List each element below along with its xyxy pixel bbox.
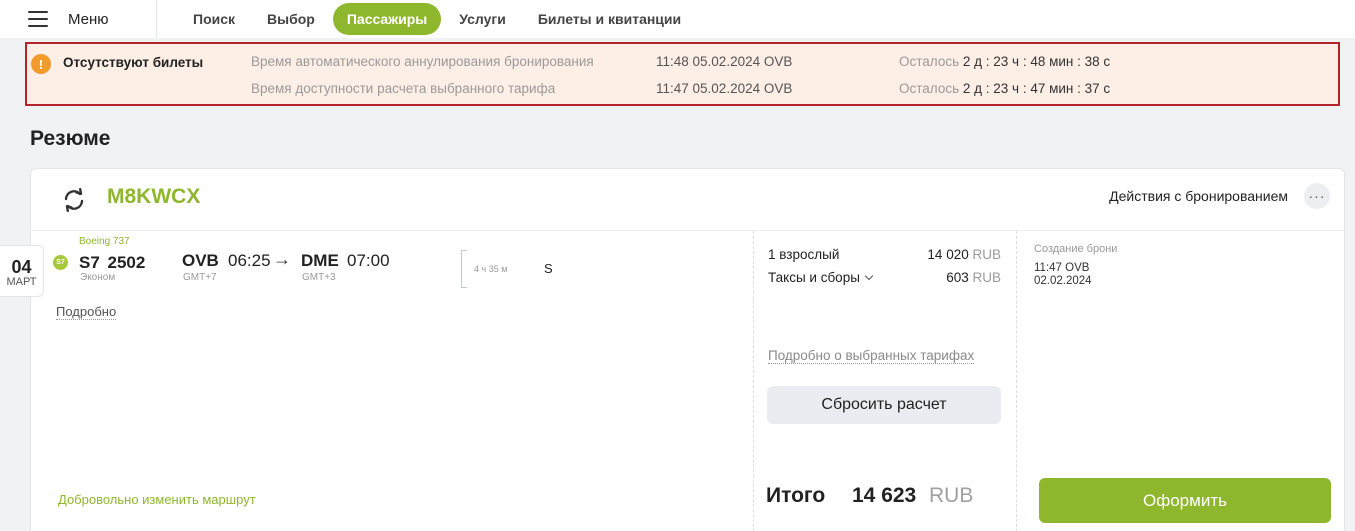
column-divider — [753, 231, 754, 531]
change-route-link[interactable]: Добровольно изменить маршрут — [58, 492, 256, 507]
refresh-icon[interactable] — [61, 187, 87, 213]
top-nav: Меню Поиск Выбор Пассажиры Услуги Билеты… — [0, 0, 1355, 38]
tab-select[interactable]: Выбор — [253, 3, 329, 35]
total-label: Итого — [766, 484, 826, 507]
remaining-prefix: Осталось — [899, 54, 960, 69]
taxes-toggle[interactable]: Таксы и сборы — [768, 270, 874, 285]
flight-date-badge: 04 МАРТ — [0, 245, 44, 297]
departure-time: 06:25 — [228, 251, 271, 270]
missing-tickets-alert: ! Отсутствуют билеты Время автоматическо… — [25, 42, 1340, 106]
arrow-right-icon: → — [273, 249, 291, 269]
duration-bracket — [461, 250, 467, 288]
aircraft-type: Boeing 737 — [79, 236, 130, 247]
flight-day: 04 — [11, 257, 32, 277]
currency: RUB — [972, 247, 1001, 262]
tariff-details-link[interactable]: Подробно о выбранных тарифах — [768, 348, 975, 364]
chevron-down-icon — [864, 271, 874, 281]
card-header: M8KWCX Действия с бронированием ··· — [31, 169, 1344, 231]
currency: RUB — [972, 270, 1001, 285]
reset-calculation-button[interactable]: Сбросить расчет — [767, 386, 1001, 424]
cabin-class: Эконом — [80, 272, 116, 283]
arrival-airport: DME — [301, 251, 339, 270]
taxes-label: Таксы и сборы — [768, 270, 860, 285]
hamburger-icon — [28, 11, 48, 27]
booking-created-time: 11:47 OVB — [1034, 262, 1090, 274]
warning-icon: ! — [31, 54, 51, 74]
flight-number: S7 2502 — [79, 253, 146, 272]
flight-duration: 4 ч 35 м — [474, 264, 508, 274]
booking-created-date: 02.02.2024 — [1034, 275, 1092, 287]
price-row-taxes: Таксы и сборы 603 RUB — [768, 270, 1001, 285]
remaining-value: 2 д : 23 ч : 47 мин : 37 с — [962, 81, 1111, 96]
airline-logo: S7 — [53, 255, 68, 270]
adult-price: 14 020 RUB — [927, 247, 1001, 262]
total-amount: 14 623 — [852, 484, 917, 507]
taxes-amount: 603 — [946, 270, 969, 285]
booking-created-label: Создание брони — [1034, 243, 1118, 255]
taxes-price: 603 RUB — [946, 270, 1001, 285]
alert-row-label: Время доступности расчета выбранного тар… — [251, 81, 556, 96]
step-tabs: Поиск Выбор Пассажиры Услуги Билеты и кв… — [179, 3, 699, 35]
page-title: Резюме — [30, 127, 111, 150]
booking-actions-button[interactable]: Действия с бронированием — [1109, 188, 1288, 204]
price-row-adult: 1 взрослый 14 020 RUB — [768, 247, 1001, 262]
fare-class: S — [544, 261, 553, 276]
booking-code: M8KWCX — [107, 185, 201, 208]
alert-row-label: Время автоматического аннулирования брон… — [251, 54, 594, 69]
alert-row-fare-availability: Время доступности расчета выбранного тар… — [251, 81, 1331, 99]
remaining-prefix: Осталось — [899, 81, 960, 96]
more-icon[interactable]: ··· — [1304, 183, 1330, 209]
menu-label: Меню — [68, 10, 109, 28]
column-divider — [1016, 231, 1017, 531]
flight-month: МАРТ — [6, 276, 37, 288]
tab-tickets[interactable]: Билеты и квитанции — [524, 3, 695, 35]
tab-services[interactable]: Услуги — [445, 3, 520, 35]
arrival-time: 07:00 — [347, 251, 390, 270]
tab-search[interactable]: Поиск — [179, 3, 249, 35]
total-currency: RUB — [929, 484, 974, 507]
flight-details-link[interactable]: Подробно — [56, 304, 117, 320]
alert-row-remaining: Осталось 2 д : 23 ч : 47 мин : 37 с — [899, 81, 1110, 96]
passenger-count: 1 взрослый — [768, 247, 840, 262]
tab-passengers[interactable]: Пассажиры — [332, 3, 442, 35]
arrival-timezone: GMT+3 — [302, 272, 336, 283]
remaining-value: 2 д : 23 ч : 48 мин : 38 с — [962, 54, 1111, 69]
booking-summary-card: M8KWCX Действия с бронированием ··· — [30, 168, 1345, 531]
checkout-button[interactable]: Оформить — [1039, 478, 1331, 523]
menu-button[interactable]: Меню — [0, 0, 157, 38]
departure-airport: OVB — [182, 251, 219, 270]
alert-title: Отсутствуют билеты — [63, 55, 204, 70]
alert-row-time: 11:48 05.02.2024 OVB — [656, 54, 793, 69]
adult-amount: 14 020 — [927, 247, 969, 262]
alert-row-cancellation: Время автоматического аннулирования брон… — [251, 54, 1331, 72]
alert-row-time: 11:47 05.02.2024 OVB — [656, 81, 793, 96]
departure-timezone: GMT+7 — [183, 272, 217, 283]
alert-row-remaining: Осталось 2 д : 23 ч : 48 мин : 38 с — [899, 54, 1110, 69]
